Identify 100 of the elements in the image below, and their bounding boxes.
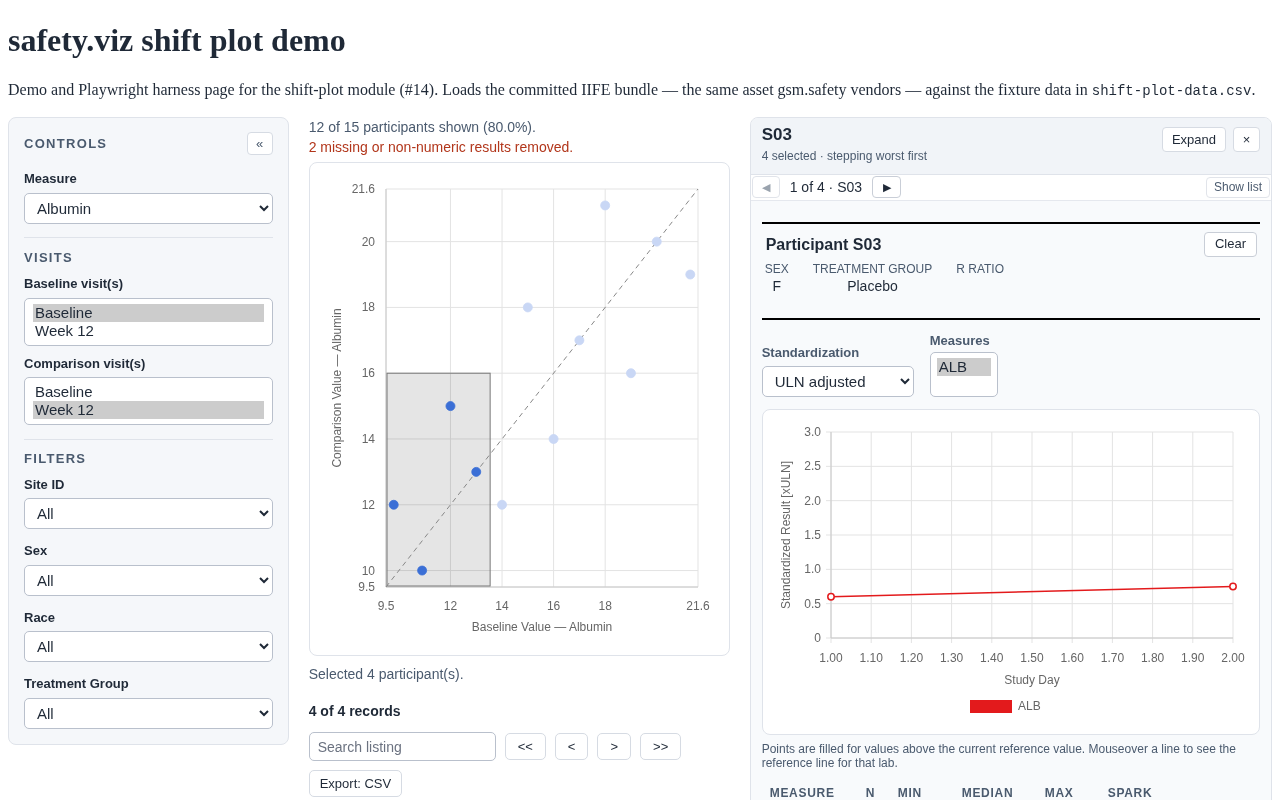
field-label: Comparison visit(s) <box>24 354 147 373</box>
axis-title: Study Day <box>1004 673 1060 687</box>
tick-label: 16 <box>361 366 375 381</box>
summary-text: 12 of 15 participants shown (80.0%). <box>308 118 537 137</box>
data-point <box>1228 582 1237 591</box>
dropdown[interactable]: All <box>24 697 273 729</box>
data-point <box>651 236 662 247</box>
legend-swatch <box>969 700 1012 713</box>
field-label: Site ID <box>24 475 66 494</box>
axis-title: Baseline Value — Albumin <box>471 620 612 634</box>
dropdown[interactable]: ULN adjusted <box>761 366 914 397</box>
pager-button[interactable]: >> <box>640 733 682 760</box>
data-point <box>826 592 835 601</box>
intro-paragraph: Demo and Playwright harness page for the shift-plot module (#14). Loads the committed IIFE bundle — the same asset gsm.safety vendors — against the fixture data in shift-plot-data.csv. <box>7 80 1257 101</box>
listbox-option[interactable]: Baseline <box>33 383 264 401</box>
chart-note: Points are filled for values above the current reference value. Mouseover a line to see the reference line for that lab. <box>761 742 1237 770</box>
field-label: Baseline visit(s) <box>24 275 124 293</box>
data-point <box>445 401 456 412</box>
detail-title: S03 <box>761 125 793 145</box>
listbox[interactable]: Baseline Week 12 <box>24 377 273 425</box>
data-point <box>625 368 636 379</box>
field-value: Placebo <box>847 277 898 294</box>
listbox-option[interactable]: ALB <box>936 358 991 376</box>
field-label: SEX <box>764 260 789 278</box>
dropdown[interactable]: All <box>24 631 273 662</box>
export-button[interactable]: Export: CSV <box>308 770 403 797</box>
axis-title: Comparison Value — Albumin <box>329 308 344 468</box>
field-label: TREATMENT GROUP <box>812 260 933 278</box>
collapse-button[interactable]: « <box>246 132 273 155</box>
search-field[interactable]: Search listing <box>308 732 496 761</box>
field-label: R RATIO <box>956 260 1005 278</box>
listbox[interactable]: Baseline Week 12 <box>24 297 273 346</box>
column-header: SPARK <box>1107 785 1154 800</box>
data-point <box>388 499 399 510</box>
field-label: Standardization <box>761 343 861 362</box>
show-list-button[interactable]: Show list <box>1205 176 1270 198</box>
legend-label: ALB <box>1017 699 1041 713</box>
column-header: MEDIAN <box>961 785 1015 800</box>
next-button[interactable]: ▶ <box>872 176 902 199</box>
tick-label: 2.0 <box>804 493 821 508</box>
field-label: Sex <box>24 542 49 560</box>
tick-label: 1.20 <box>899 651 923 665</box>
axis-title: Standardized Result [xULN] <box>778 460 793 610</box>
tick-label: 1.5 <box>804 528 821 542</box>
listbox-option[interactable]: Baseline <box>33 303 264 322</box>
tick-label: 1.70 <box>1100 651 1124 665</box>
tick-label: 1.50 <box>1020 651 1044 665</box>
column-header: N <box>865 785 877 800</box>
pager-button[interactable]: > <box>597 733 632 760</box>
clear-button[interactable]: Clear <box>1203 231 1257 257</box>
data-point <box>522 302 533 313</box>
data-point <box>416 565 427 576</box>
tick-label: 1.40 <box>979 651 1004 665</box>
tick-label: 14 <box>361 432 375 446</box>
tick-label: 12 <box>443 599 457 613</box>
page-title: safety.viz shift plot demo <box>7 21 347 56</box>
tick-label: 18 <box>361 300 375 315</box>
data-point <box>684 269 695 280</box>
field-value: F <box>772 277 781 294</box>
data-point <box>548 434 559 444</box>
field-label: Measure <box>24 170 78 188</box>
tick-label: 1.10 <box>859 651 883 665</box>
tick-label: 16 <box>546 599 560 613</box>
tick-label: 18 <box>598 599 612 613</box>
dropdown[interactable]: All <box>24 498 273 529</box>
warning-text: 2 missing or non-numeric results removed. <box>308 138 575 157</box>
tick-label: 1.60 <box>1060 651 1084 665</box>
dropdown[interactable]: All <box>24 564 273 596</box>
selection-text: Selected 4 participant(s). <box>308 665 465 684</box>
tick-label: 10 <box>361 563 375 578</box>
section-heading: CONTROLS <box>24 134 108 153</box>
tick-label: 1.90 <box>1180 651 1205 665</box>
tick-label: 0.5 <box>804 596 821 611</box>
tick-label: 1.30 <box>939 651 963 665</box>
tick-label: 21.6 <box>351 182 375 196</box>
tick-label: 9.5 <box>377 599 394 613</box>
pager-button[interactable]: << <box>504 733 546 760</box>
listbox[interactable]: ALB <box>929 352 998 397</box>
dropdown[interactable]: Albumin <box>24 192 273 224</box>
column-header: MIN <box>897 785 923 800</box>
tick-label: 14 <box>495 599 509 613</box>
tick-label: 1.80 <box>1140 651 1164 665</box>
column-header: MEASURE <box>769 785 836 800</box>
listbox-option[interactable]: Week 12 <box>33 401 264 419</box>
listbox-option[interactable]: Week 12 <box>33 321 264 340</box>
data-point <box>470 466 481 477</box>
close-button[interactable]: × <box>1233 127 1260 152</box>
tick-label: 0 <box>814 631 821 645</box>
field-label: Race <box>24 608 57 627</box>
data-point <box>574 335 585 346</box>
participant-title: Participant S03 <box>765 234 882 255</box>
tick-label: 20 <box>361 234 375 249</box>
selection-brush[interactable] <box>386 372 491 587</box>
data-point <box>599 200 610 211</box>
tick-label: 21.6 <box>686 599 710 613</box>
field-label: Measures <box>929 331 991 350</box>
pager-button[interactable]: < <box>554 733 589 760</box>
position-text: 1 of 4 · S03 <box>789 177 863 197</box>
tick-label: 3.0 <box>804 425 821 439</box>
expand-button[interactable]: Expand <box>1161 127 1226 152</box>
